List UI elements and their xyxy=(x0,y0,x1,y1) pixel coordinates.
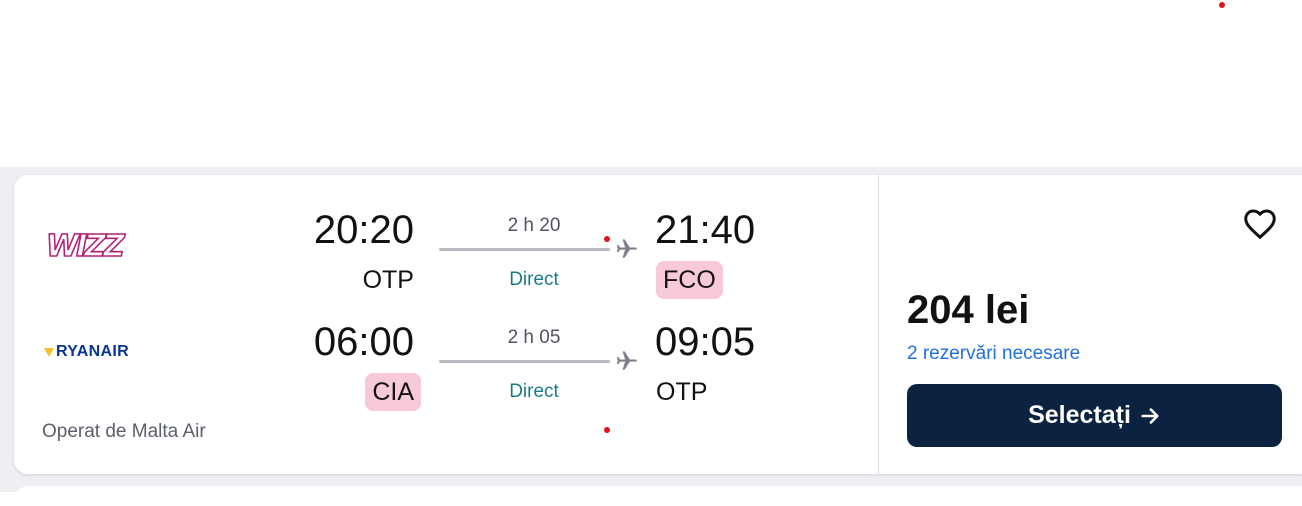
departure-airport: OTP xyxy=(362,266,414,294)
flight-line xyxy=(439,248,610,251)
flight-result-card: WIZZ 20:20 OTP 2 h 20 Direct 21:40 FCO R… xyxy=(14,175,1302,474)
marker-dot xyxy=(604,236,610,242)
stops-label: Direct xyxy=(509,381,559,402)
next-result-card xyxy=(14,486,1302,506)
select-button[interactable]: Selectați xyxy=(907,384,1282,447)
outbound-leg: WIZZ 20:20 OTP 2 h 20 Direct 21:40 FCO xyxy=(14,201,878,311)
wizz-logo-icon: WIZZ xyxy=(45,229,125,264)
harp-icon xyxy=(44,347,54,357)
page-header-area xyxy=(0,0,1302,167)
arrival-airport: OTP xyxy=(656,378,708,406)
plane-icon xyxy=(616,351,637,370)
flight-line xyxy=(439,360,610,363)
arrow-right-icon xyxy=(1141,407,1159,424)
ryanair-logo-icon: RYANAIR xyxy=(44,343,129,361)
favorite-button[interactable] xyxy=(1240,203,1280,243)
plane-icon xyxy=(616,239,637,258)
marker-dot xyxy=(1219,2,1225,8)
arrival-airport: FCO xyxy=(656,261,723,299)
return-leg: RYANAIR 06:00 CIA 2 h 05 Direct 09:05 OT… xyxy=(14,313,878,423)
marker-dot xyxy=(604,427,610,433)
operated-by-label: Operat de Malta Air xyxy=(42,421,206,442)
flight-duration: 2 h 20 xyxy=(507,215,561,236)
select-button-label: Selectați xyxy=(1028,401,1131,429)
arrival-time: 09:05 xyxy=(655,320,756,364)
heart-icon xyxy=(1244,209,1276,240)
bookings-required-link[interactable]: 2 rezervări necesare xyxy=(907,343,1080,365)
card-divider xyxy=(878,175,879,474)
stops-label: Direct xyxy=(509,269,559,290)
price-amount: 204 lei xyxy=(907,288,1030,332)
flight-duration: 2 h 05 xyxy=(507,327,561,348)
departure-airport: CIA xyxy=(365,373,421,411)
arrival-time: 21:40 xyxy=(655,208,756,252)
departure-time: 20:20 xyxy=(313,208,414,252)
departure-time: 06:00 xyxy=(313,320,414,364)
